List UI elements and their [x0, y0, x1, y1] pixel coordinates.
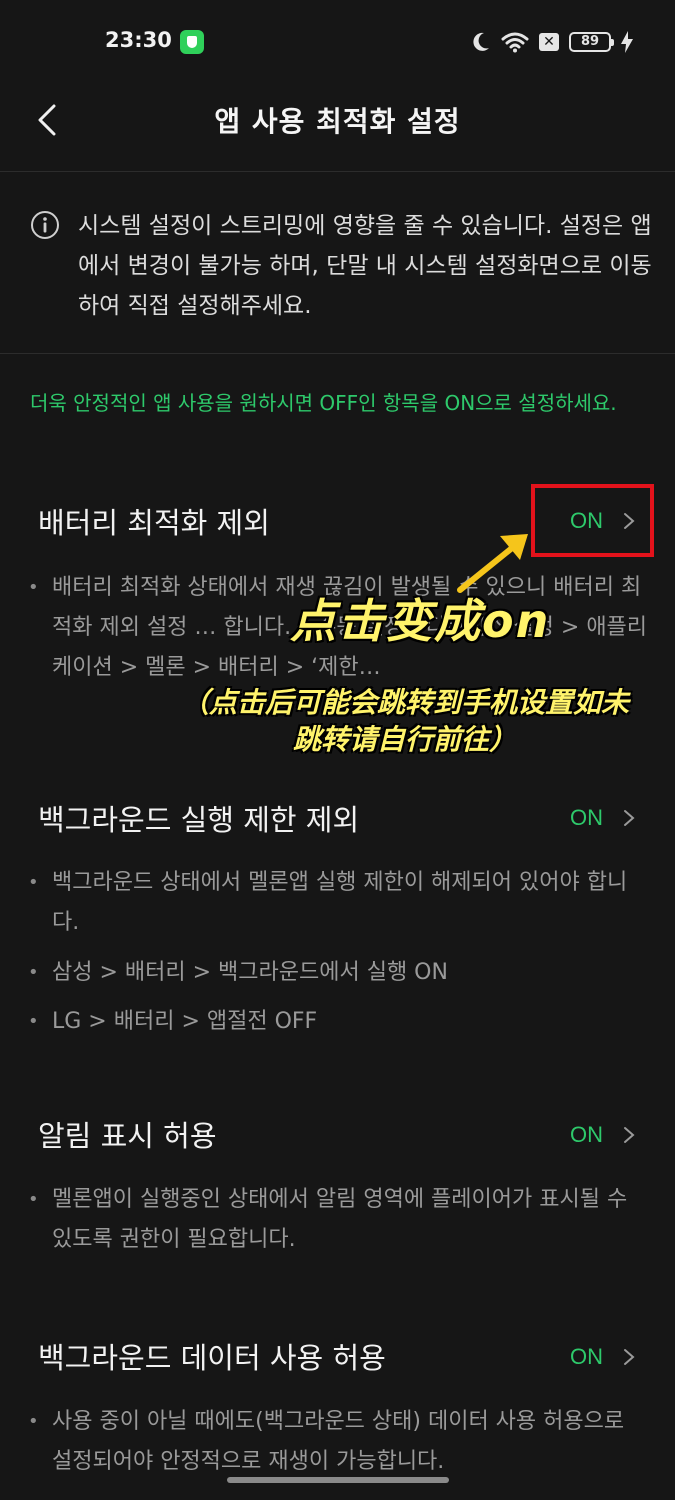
wifi-icon [501, 32, 529, 53]
no-sim-icon: ✕ [539, 33, 559, 51]
info-icon [31, 211, 59, 239]
background-execution-toggle[interactable]: ON [570, 805, 635, 831]
chevron-right-icon [624, 810, 635, 826]
notification-toggle[interactable]: ON [570, 1122, 635, 1148]
chevron-right-icon [624, 1349, 635, 1365]
annotation-sub-text: （点击后可能会跳转到手机设置如未跳转请自行前往） [180, 686, 629, 756]
page-title: 앱 사용 최적화 설정 [214, 105, 461, 138]
status-on-label: ON [570, 805, 603, 830]
setting-title-background-data: 백그라운드 데이터 사용 허용 [38, 1341, 386, 1375]
bullet-item: LG > 배터리 > 앱절전 OFF [28, 1002, 648, 1042]
notice-text: 시스템 설정이 스트리밍에 영향을 줄 수 있습니다. 설정은 앱에서 변경이 … [78, 213, 652, 319]
bullet-item: 백그라운드 상태에서 멜론앱 실행 제한이 해제되어 있어야 합니다. [28, 863, 648, 943]
charging-bolt-icon [621, 31, 633, 53]
system-notice: 시스템 설정이 스트리밍에 영향을 줄 수 있습니다. 설정은 앱에서 변경이 … [0, 172, 675, 354]
setting-title-battery-optimization: 배터리 최적화 제외 [38, 506, 270, 540]
annotation-main-text: 点击变成on [290, 594, 551, 648]
status-time: 23:30 [105, 28, 172, 52]
app-notification-icon [180, 30, 204, 54]
status-bar: 23:30 ✕ 89 [0, 0, 675, 86]
setting-title-background-execution: 백그라운드 실행 제한 제외 [38, 803, 360, 837]
home-indicator[interactable] [227, 1477, 449, 1483]
battery-indicator: 89 [569, 32, 614, 52]
highlight-box [531, 484, 654, 557]
status-on-label: ON [570, 1344, 603, 1369]
status-on-label: ON [570, 1122, 603, 1147]
chevron-right-icon [624, 1127, 635, 1143]
setting-title-notification: 알림 표시 허용 [38, 1119, 217, 1153]
bullet-item: 사용 중이 아닐 때에도(백그라운드 상태) 데이터 사용 허용으로 설정되어야… [28, 1402, 648, 1482]
app-header: 앱 사용 최적화 설정 [0, 86, 675, 172]
bullet-item: 멜론앱이 실행중인 상태에서 알림 영역에 플레이어가 표시될 수 있도록 권한… [28, 1180, 648, 1260]
guide-text: 더욱 안정적인 앱 사용을 원하시면 OFF인 항목을 ON으로 설정하세요. [30, 391, 617, 415]
status-icons: ✕ 89 [471, 28, 633, 56]
moon-icon [473, 32, 489, 51]
background-data-toggle[interactable]: ON [570, 1344, 635, 1370]
bullet-item: 삼성 > 배터리 > 백그라운드에서 실행 ON [28, 953, 648, 993]
